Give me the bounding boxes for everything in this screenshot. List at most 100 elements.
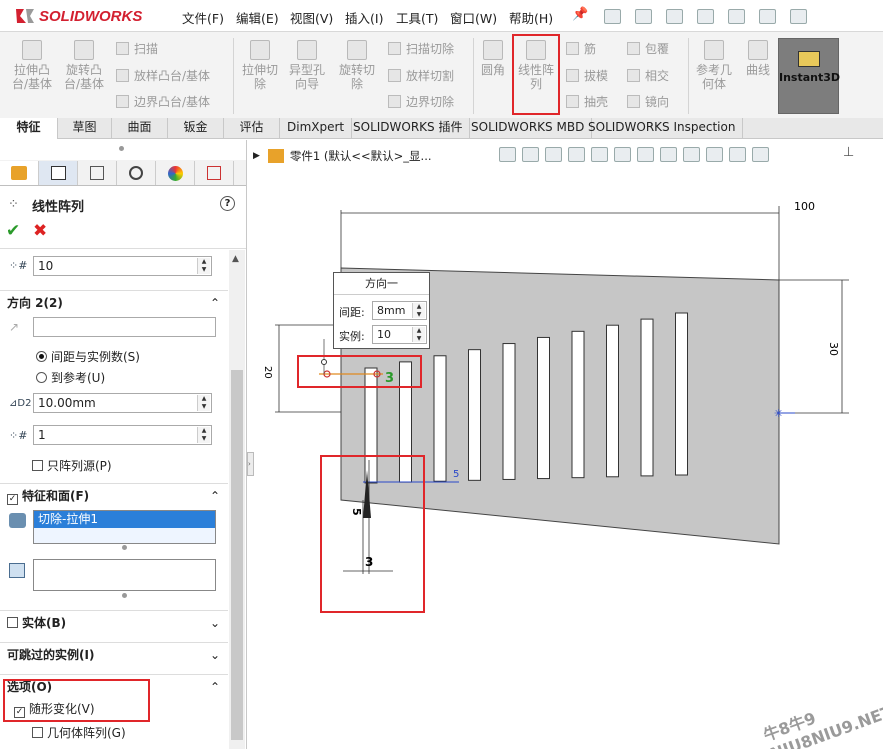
rib-button[interactable]: 筋 <box>566 40 596 57</box>
extrude-cut-icon <box>250 40 270 60</box>
panel-collapse-handle[interactable]: › <box>247 452 254 476</box>
faces-list[interactable] <box>33 559 216 591</box>
instances-to-skip-section-header[interactable]: 可跳过的实例(I) ⌄ <box>0 642 228 668</box>
tab-inspection[interactable]: SOLIDWORKS Inspection <box>581 118 744 139</box>
direction-arrow-icon[interactable]: ↗ <box>9 320 19 334</box>
slot-cutout <box>606 324 619 478</box>
fillet-button[interactable]: 圆角 <box>474 40 512 77</box>
linear-pattern-highlight <box>512 34 560 115</box>
reference-geometry-button[interactable]: 参考几何体 <box>692 40 736 91</box>
loft-boss-button[interactable]: 放样凸台/基体 <box>116 67 210 84</box>
property-manager: ⁘ 线性阵列 ? ✔ ✖ ⁘# 10 ▲ ▼ 方向 2(2) ⌃ ↗ 间距与实例数(S… <box>0 140 247 749</box>
print-icon[interactable] <box>728 8 745 24</box>
command-manager-tabs: 特征 草图 曲面 钣金 评估 DimXpert SOLIDWORKS 插件 SO… <box>0 118 883 139</box>
grip-dot <box>122 545 127 550</box>
instances2-field[interactable]: 1 ▲ ▼ <box>33 425 212 445</box>
cam-tab-icon[interactable] <box>195 161 234 185</box>
boundary-cut-button[interactable]: 边界切除 <box>388 93 454 110</box>
ds-logo-icon <box>16 9 34 23</box>
menu-view[interactable]: 视图(V) <box>290 8 333 27</box>
revolve-cut-button[interactable]: 旋转切除 <box>335 40 379 91</box>
spacing2-field[interactable]: 10.00mm ▲ ▼ <box>33 393 212 413</box>
callout-spacing-spinner[interactable]: ▲ ▼ <box>412 303 425 318</box>
tab-mbd[interactable]: SOLIDWORKS MBD <box>464 118 593 139</box>
save-icon[interactable] <box>697 8 714 24</box>
spacing2-spinner[interactable]: ▲ ▼ <box>197 395 210 411</box>
menu-bar: SOLIDWORKS 文件(F) 编辑(E) 视图(V) 插入(I) 工具(T)… <box>0 0 883 32</box>
direction2-section-header[interactable]: 方向 2(2) ⌃ <box>0 290 228 316</box>
solidworks-logo: SOLIDWORKS <box>14 6 142 26</box>
revolve-boss-button[interactable]: 旋转凸台/基体 <box>62 40 106 91</box>
menu-insert[interactable]: 插入(I) <box>345 8 383 27</box>
panel-scrollbar[interactable]: ▲ <box>229 250 245 749</box>
extrude-boss-icon <box>22 40 42 60</box>
callout-spacing-field[interactable]: 8mm ▲ ▼ <box>372 301 427 320</box>
geometry-pattern-checkbox[interactable]: 几何体阵列(G) <box>32 724 126 741</box>
list-item-cut-extrude1[interactable]: 切除-拉伸1 <box>34 511 215 528</box>
slot-cutout <box>537 336 550 480</box>
instant3d-button[interactable]: Instant3D <box>778 38 840 114</box>
intersect-button[interactable]: 相交 <box>627 67 669 84</box>
sweep-button[interactable]: 扫描 <box>116 40 158 57</box>
home-icon[interactable] <box>604 8 621 24</box>
curves-button[interactable]: 曲线 <box>738 40 778 77</box>
help-icon[interactable]: ? <box>220 196 235 211</box>
select-cursor-icon[interactable] <box>790 8 807 24</box>
boundary-boss-button[interactable]: 边界凸台/基体 <box>116 93 210 110</box>
pin-icon[interactable]: 📌 <box>572 7 588 22</box>
callout-instances-field[interactable]: 10 ▲ ▼ <box>372 325 427 344</box>
tab-dimxpert[interactable]: DimXpert <box>280 118 353 139</box>
menu-window[interactable]: 窗口(W) <box>450 8 497 27</box>
tab-sheet-metal[interactable]: 钣金 <box>168 118 224 139</box>
tab-features[interactable]: 特征 <box>0 118 58 139</box>
shell-button[interactable]: 抽壳 <box>566 93 608 110</box>
swept-cut-button[interactable]: 扫描切除 <box>388 40 454 57</box>
ok-check-icon[interactable]: ✔ <box>6 221 20 241</box>
spacing-and-instances-radio[interactable]: 间距与实例数(S) <box>36 348 140 365</box>
wrap-button[interactable]: 包覆 <box>627 40 669 57</box>
slot-cutout <box>571 330 585 479</box>
direction2-reference-field[interactable] <box>33 317 216 337</box>
callout-instances-spinner[interactable]: ▲ ▼ <box>412 327 425 342</box>
instances2-spinner[interactable]: ▲ ▼ <box>197 427 210 443</box>
menu-help[interactable]: 帮助(H) <box>509 8 553 27</box>
seed-only-checkbox[interactable]: 只阵列源(P) <box>32 457 112 474</box>
features-list[interactable]: 切除-拉伸1 <box>33 510 216 544</box>
dim-5-blue: 5 <box>453 469 459 480</box>
undo-icon[interactable] <box>759 8 776 24</box>
instances1-field[interactable]: 10 ▲ ▼ <box>33 256 212 276</box>
up-to-reference-radio[interactable]: 到参考(U) <box>36 369 105 386</box>
menu-edit[interactable]: 编辑(E) <box>236 8 279 27</box>
open-folder-icon[interactable] <box>666 8 683 24</box>
scrollbar-thumb[interactable] <box>231 370 243 740</box>
draft-icon <box>566 69 579 82</box>
features-and-faces-section-header[interactable]: ✓ 特征和面(F) ⌃ <box>0 483 228 509</box>
tab-sketch[interactable]: 草图 <box>58 118 112 139</box>
feature-manager-tab-icon[interactable] <box>0 161 39 185</box>
hole-wizard-button[interactable]: 异型孔向导 <box>285 40 329 91</box>
new-document-icon[interactable] <box>635 8 652 24</box>
graphics-area[interactable]: ▶ 零件1 (默认<<默认>_显... ⊥ 100 30 20 3 5 3 5 … <box>247 140 883 749</box>
extrude-cut-button[interactable]: 拉伸切除 <box>238 40 282 91</box>
menu-tools[interactable]: 工具(T) <box>396 8 438 27</box>
reference-geometry-icon <box>704 40 724 60</box>
lofted-cut-button[interactable]: 放样切割 <box>388 67 454 84</box>
cancel-x-icon[interactable]: ✖ <box>33 221 47 241</box>
tab-addins[interactable]: SOLIDWORKS 插件 <box>346 118 471 139</box>
display-manager-tab-icon[interactable] <box>156 161 195 185</box>
configuration-manager-tab-icon[interactable] <box>78 161 117 185</box>
draft-button[interactable]: 拔模 <box>566 67 608 84</box>
dimxpert-manager-tab-icon[interactable] <box>117 161 156 185</box>
tab-surfaces[interactable]: 曲面 <box>112 118 168 139</box>
menu-file[interactable]: 文件(F) <box>182 8 224 27</box>
scroll-up-icon[interactable]: ▲ <box>232 254 239 264</box>
tab-evaluate[interactable]: 评估 <box>224 118 280 139</box>
seed-dimension-highlight <box>320 455 425 613</box>
bodies-section-header[interactable]: 实体(B) ⌄ <box>0 610 228 636</box>
mirror-button[interactable]: 镜向 <box>627 93 669 110</box>
panel-title: 线性阵列 <box>32 200 85 215</box>
property-manager-tab-icon[interactable] <box>39 161 78 185</box>
extrude-boss-button[interactable]: 拉伸凸台/基体 <box>10 40 54 91</box>
grip-dot <box>119 146 124 151</box>
instances1-spinner[interactable]: ▲ ▼ <box>197 258 210 274</box>
